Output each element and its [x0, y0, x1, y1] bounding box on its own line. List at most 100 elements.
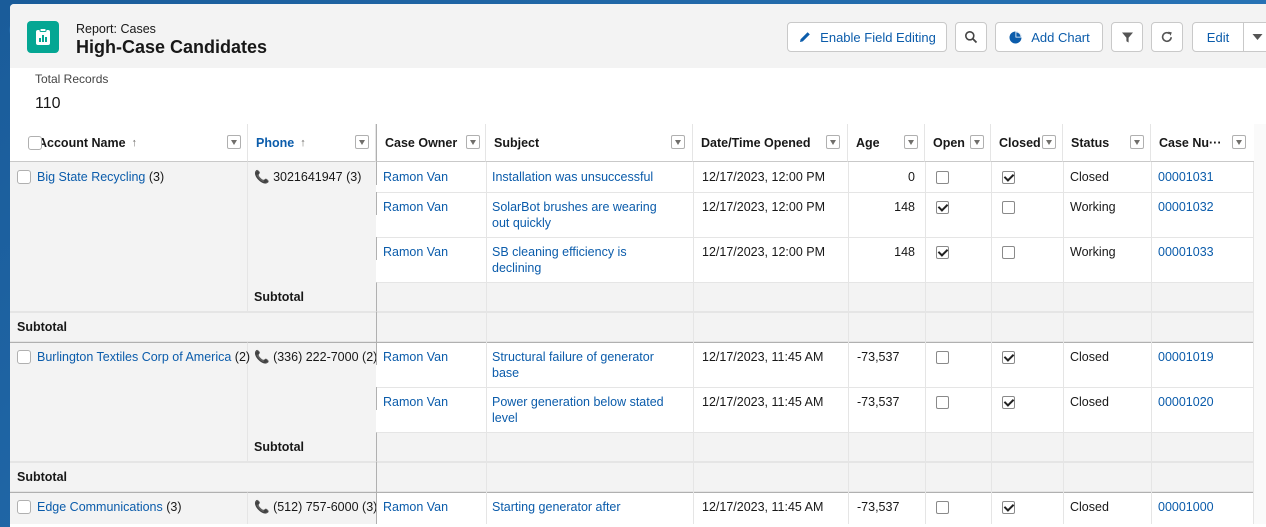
case-owner-link[interactable]: Ramon Van: [376, 192, 486, 215]
closed-checkbox-box: [1002, 246, 1015, 260]
account-count: (3): [166, 500, 182, 514]
column-menu-closed[interactable]: [1042, 135, 1056, 149]
add-chart-button[interactable]: Add Chart: [995, 22, 1103, 52]
group-checkbox[interactable]: [17, 350, 31, 364]
column-label-case-owner: Case Owner: [385, 135, 458, 150]
status-value: Closed: [1070, 350, 1109, 364]
edit-label: Edit: [1206, 29, 1230, 45]
phone-count: (3): [346, 170, 362, 184]
closed-checkbox-box: [1002, 171, 1015, 185]
open-checkbox: [925, 237, 991, 260]
column-header-account-name[interactable]: Account Name ↑: [10, 124, 248, 162]
open-checkbox: [925, 192, 991, 215]
subject-link[interactable]: SB cleaning efficiency is declining: [486, 237, 693, 276]
opened-value: 12/17/2023, 11:45 AM: [702, 350, 824, 364]
subject-link[interactable]: Installation was unsuccessful: [486, 162, 693, 185]
sort-asc-icon: ↑: [300, 136, 306, 149]
column-divider: [376, 312, 377, 342]
refresh-button[interactable]: [1151, 22, 1183, 52]
phone-subtotal-label: Subtotal: [254, 290, 304, 304]
phone-value: (336) 222-7000: [273, 350, 359, 364]
edit-menu-button[interactable]: [1243, 22, 1266, 52]
page-title: High-Case Candidates: [76, 37, 268, 57]
account-link[interactable]: Big State Recycling: [37, 170, 145, 184]
subject-line-1: SB cleaning efficiency is: [492, 245, 627, 259]
case-number-link[interactable]: 00001020: [1151, 387, 1254, 410]
case-number-link[interactable]: 00001033: [1151, 237, 1254, 260]
phone-icon: 📞: [254, 500, 270, 514]
subject-link[interactable]: SolarBot brushes are wearing out quickly: [486, 192, 693, 231]
case-number-link[interactable]: 00001000: [1151, 492, 1254, 515]
column-divider: [376, 462, 377, 492]
column-label-status: Status: [1071, 135, 1110, 150]
edit-button[interactable]: Edit: [1192, 22, 1244, 52]
column-divider: [848, 162, 849, 524]
account-link[interactable]: Burlington Textiles Corp of America: [37, 350, 231, 364]
subject-line-1: SolarBot brushes are wearing: [492, 200, 657, 214]
column-divider: [693, 162, 694, 524]
open-checkbox-box: [936, 501, 949, 515]
phone-value: 3021641947: [273, 170, 343, 184]
subject-line-1: Power generation below stated: [492, 395, 664, 409]
column-label-date-opened: Date/Time Opened: [701, 135, 811, 150]
closed-checkbox-box: [1002, 201, 1015, 215]
column-header-subject[interactable]: Subject: [486, 124, 693, 162]
phone-subtotal-label: Subtotal: [254, 440, 304, 454]
column-menu-account-name[interactable]: [227, 135, 241, 149]
column-menu-phone[interactable]: [355, 135, 369, 149]
case-owner-link[interactable]: Ramon Van: [376, 387, 486, 410]
case-number-link[interactable]: 00001019: [1151, 342, 1254, 365]
search-button[interactable]: [955, 22, 987, 52]
search-icon: [965, 31, 978, 44]
case-number-link[interactable]: 00001031: [1151, 162, 1254, 185]
group-header-account: Burlington Textiles Corp of America (2): [10, 342, 250, 365]
column-menu-subject[interactable]: [671, 135, 685, 149]
open-checkbox: [925, 492, 991, 515]
column-menu-open[interactable]: [970, 135, 984, 149]
column-menu-case-owner[interactable]: [466, 135, 480, 149]
open-checkbox: [925, 387, 991, 410]
vertical-scrollbar[interactable]: [1254, 124, 1266, 524]
age-value: -73,537: [857, 500, 900, 514]
case-number-link[interactable]: 00001032: [1151, 192, 1254, 215]
account-link[interactable]: Edge Communications: [37, 500, 163, 514]
report-icon: [27, 21, 59, 53]
column-label-subject: Subject: [494, 135, 540, 150]
subject-link[interactable]: Starting generator after: [486, 492, 693, 515]
case-owner-link[interactable]: Ramon Van: [376, 237, 486, 260]
opened-value: 12/17/2023, 11:45 AM: [702, 395, 824, 409]
group-header-account: Edge Communications (3): [10, 492, 248, 515]
phone-icon: 📞: [254, 350, 270, 364]
closed-checkbox: [991, 192, 1063, 215]
column-label-account-name: Account Name: [38, 135, 126, 150]
column-menu-age[interactable]: [904, 135, 918, 149]
case-owner-link[interactable]: Ramon Van: [376, 492, 486, 524]
age-value: 148: [894, 245, 915, 259]
subject-link[interactable]: Power generation below stated level: [486, 387, 693, 426]
open-checkbox: [925, 342, 991, 365]
enable-field-editing-button[interactable]: Enable Field Editing: [787, 22, 947, 52]
column-menu-date-opened[interactable]: [826, 135, 840, 149]
column-divider: [1063, 162, 1064, 524]
case-owner-link[interactable]: Ramon Van: [376, 162, 486, 185]
case-owner-link[interactable]: Ramon Van: [376, 342, 486, 365]
group-checkbox[interactable]: [17, 170, 31, 184]
group-header-account: Big State Recycling (3): [10, 162, 248, 185]
age-value: -73,537: [857, 395, 900, 409]
open-checkbox: [925, 162, 991, 185]
group-header-phone: 📞 (512) 757-6000 (3): [248, 492, 378, 515]
subject-line-2: out quickly: [492, 216, 552, 230]
add-chart-label: Add Chart: [1031, 29, 1090, 45]
select-all-checkbox[interactable]: [28, 136, 42, 150]
filter-button[interactable]: [1111, 22, 1143, 52]
column-header-date-opened[interactable]: Date/Time Opened: [693, 124, 848, 162]
group-checkbox[interactable]: [17, 500, 31, 514]
column-menu-status[interactable]: [1130, 135, 1144, 149]
subject-line-1: Structural failure of generator: [492, 350, 654, 364]
closed-checkbox-box: [1002, 501, 1015, 515]
column-menu-case-number[interactable]: [1232, 135, 1246, 149]
closed-checkbox-box: [1002, 351, 1015, 365]
column-divider: [486, 162, 487, 524]
closed-checkbox: [991, 387, 1063, 410]
subject-link[interactable]: Structural failure of generator base: [486, 342, 693, 381]
